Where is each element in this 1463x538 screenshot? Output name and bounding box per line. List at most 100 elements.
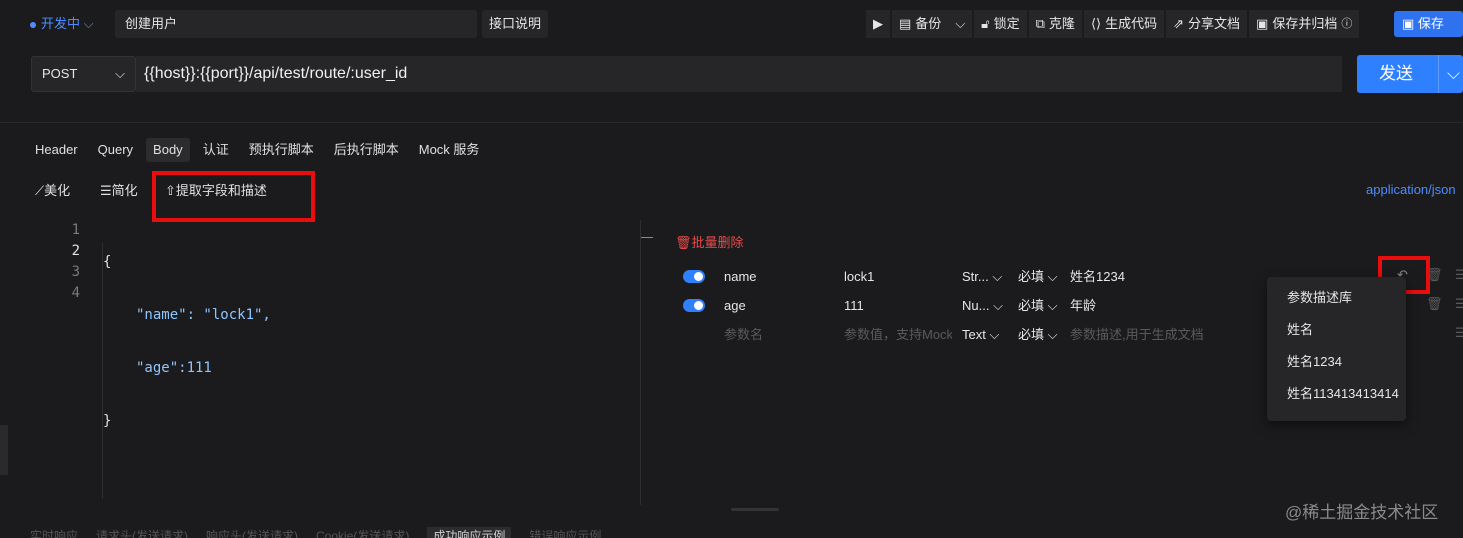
save-archive-button[interactable]: ▣ 保存并归档 ⓘ: [1249, 10, 1360, 38]
param-value[interactable]: lock1: [844, 262, 874, 291]
param-type-select[interactable]: Text ⌵: [962, 320, 999, 349]
trash-icon[interactable]: 🗑︎: [1426, 296, 1443, 312]
dropdown-option[interactable]: 姓名1234: [1267, 346, 1406, 378]
resize-handle[interactable]: [731, 508, 779, 511]
line-number: 1: [71, 222, 80, 238]
param-required-select[interactable]: 必填 ⌵: [1018, 262, 1058, 291]
enable-toggle[interactable]: [683, 299, 705, 312]
simplify-button[interactable]: ☰简化: [100, 181, 138, 201]
param-name-input[interactable]: 参数名: [724, 320, 763, 349]
chevron-down-icon: ⌵: [83, 16, 94, 31]
chevron-down-icon[interactable]: ⌵: [1447, 55, 1460, 93]
param-name[interactable]: name: [724, 262, 757, 291]
chevron-down-icon: ⌵: [989, 327, 1000, 342]
dropdown-option[interactable]: 姓名: [1267, 314, 1406, 346]
code-line: "name": "lock1",: [103, 305, 271, 326]
param-value[interactable]: 111: [844, 291, 864, 320]
archive-icon: ▣: [1256, 16, 1269, 31]
response-tabs: 实时响应 请求头(发送请求) 响应头(发送请求) Cookie(发送请求) 成功…: [30, 527, 601, 538]
enable-toggle[interactable]: [683, 270, 705, 283]
tab-response-headers[interactable]: 响应头(发送请求): [206, 527, 298, 538]
tab-mock[interactable]: Mock 服务: [412, 138, 487, 162]
environment-selector[interactable]: 开发中 ⌵: [30, 12, 94, 36]
lock-button[interactable]: 🔓︎ 锁定: [974, 10, 1027, 38]
url-input[interactable]: {{host}}:{{port}}/api/test/route/:user_i…: [136, 56, 1342, 92]
drag-handle-icon[interactable]: ☰: [1455, 267, 1463, 283]
backup-button[interactable]: ▤ 备份 ⌵: [892, 10, 973, 38]
environment-label: 开发中: [41, 16, 81, 31]
bulk-delete-button[interactable]: 🗑︎批量删除: [675, 232, 744, 251]
param-type-label: Text: [962, 327, 986, 342]
save-button[interactable]: ▣ 保存: [1394, 11, 1463, 37]
tab-auth[interactable]: 认证: [196, 138, 236, 162]
help-icon[interactable]: ⓘ: [1341, 10, 1352, 38]
line-numbers: 1 2 3 4: [40, 220, 80, 304]
tab-header[interactable]: Header: [28, 138, 85, 162]
status-dot: [30, 21, 36, 28]
backup-icon: ▤: [899, 16, 912, 31]
line-number: 3: [71, 264, 80, 280]
api-title-input[interactable]: 创建用户: [115, 10, 477, 38]
method-select[interactable]: POST ⌵: [31, 56, 136, 92]
json-editor[interactable]: 1 2 3 4 { "name": "lock1", "age":111 }: [40, 220, 640, 500]
tab-error-example[interactable]: 错误响应示例: [529, 527, 601, 538]
line-number: 2: [71, 243, 80, 259]
tab-success-example[interactable]: 成功响应示例: [427, 527, 512, 538]
generate-code-button[interactable]: ⟨⟩ 生成代码: [1083, 10, 1165, 38]
api-doc-button[interactable]: 接口说明: [482, 10, 548, 38]
chevron-down-icon: ⌵: [1047, 269, 1058, 284]
highlight-box-extract: [152, 171, 315, 222]
chevron-down-icon: ⌵: [115, 66, 125, 81]
send-label: 发送: [1379, 64, 1413, 83]
param-required-select[interactable]: 必填 ⌵: [1018, 291, 1058, 320]
param-description-input[interactable]: 参数描述,用于生成文档: [1070, 320, 1204, 349]
tab-pre-script[interactable]: 预执行脚本: [242, 138, 321, 162]
code-content[interactable]: { "name": "lock1", "age":111 }: [103, 220, 271, 464]
dropdown-option[interactable]: 姓名113413413414: [1267, 378, 1406, 410]
request-tabs: Header Query Body 认证 预执行脚本 后执行脚本 Mock 服务: [28, 138, 492, 162]
splitter-handle[interactable]: [641, 237, 653, 238]
share-doc-button[interactable]: ⇗ 分享文档: [1166, 10, 1248, 38]
tab-request-headers[interactable]: 请求头(发送请求): [96, 527, 188, 538]
pane-splitter[interactable]: [640, 220, 641, 505]
code-line: "age":111: [103, 358, 271, 379]
send-button[interactable]: 发送 ⌵: [1357, 55, 1463, 93]
section-divider: [0, 122, 1463, 123]
drag-handle-icon[interactable]: ☰: [1455, 325, 1463, 341]
chevron-down-icon: ⌵: [955, 16, 966, 31]
tab-query[interactable]: Query: [91, 138, 140, 162]
param-type-label: Nu...: [962, 298, 990, 313]
code-line-text: "age":111: [136, 360, 212, 376]
param-type-select[interactable]: Str... ⌵: [962, 262, 1002, 291]
param-name[interactable]: age: [724, 291, 746, 320]
tab-body[interactable]: Body: [146, 138, 190, 162]
send-divider: [1438, 55, 1439, 93]
lock-icon: 🔓︎: [981, 16, 990, 31]
tab-realtime-response[interactable]: 实时响应: [30, 527, 78, 538]
param-value-input[interactable]: 参数值，支持Mock: [844, 320, 952, 349]
param-required-label: 必填: [1018, 327, 1045, 342]
param-required-select[interactable]: 必填 ⌵: [1018, 320, 1058, 349]
param-required-label: 必填: [1018, 298, 1045, 313]
run-button[interactable]: ▶: [866, 10, 890, 38]
backup-label: 备份: [915, 16, 942, 31]
indent-guide: [102, 243, 103, 499]
param-description[interactable]: 姓名1234: [1070, 262, 1125, 291]
drag-handle-icon[interactable]: ☰: [1455, 296, 1463, 312]
tab-cookies[interactable]: Cookie(发送请求): [316, 527, 409, 538]
content-type-select[interactable]: application/json: [1366, 182, 1456, 197]
description-library-dropdown: 参数描述库 姓名 姓名1234 姓名113413413414: [1267, 277, 1406, 421]
param-type-select[interactable]: Nu... ⌵: [962, 291, 1003, 320]
code-icon: ⟨⟩: [1090, 16, 1102, 31]
chevron-down-icon: ⌵: [993, 298, 1003, 313]
tab-post-script[interactable]: 后执行脚本: [327, 138, 406, 162]
clone-button[interactable]: ⧉ 克隆: [1028, 10, 1082, 38]
left-scrollbar[interactable]: [0, 425, 8, 475]
bulk-delete-label: 批量删除: [691, 235, 744, 250]
code-line: {: [103, 254, 112, 270]
param-description[interactable]: 年龄: [1070, 291, 1096, 320]
trash-icon: 🗑︎: [675, 235, 692, 250]
param-required-label: 必填: [1018, 269, 1045, 284]
share-icon: ⇗: [1173, 16, 1185, 31]
beautify-button[interactable]: ⟋美化: [35, 181, 70, 201]
